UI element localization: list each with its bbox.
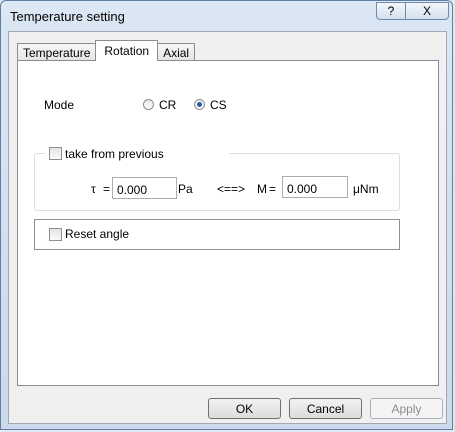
take-from-previous-group: take from previous τ = Pa <==> M = μNm xyxy=(34,146,400,211)
m-unit: μNm xyxy=(353,182,379,196)
take-from-previous-label[interactable]: take from previous xyxy=(65,147,164,161)
tau-equals: = xyxy=(103,182,111,196)
window-title: Temperature setting xyxy=(10,9,125,24)
tab-strip: Temperature Rotation Axial xyxy=(17,40,196,61)
tab-label: Temperature xyxy=(23,45,91,60)
radio-cs-label[interactable]: CS xyxy=(210,98,227,112)
m-equals: = xyxy=(269,182,277,196)
reset-angle-label[interactable]: Reset angle xyxy=(65,227,129,241)
cancel-button[interactable]: Cancel xyxy=(289,398,362,419)
reset-angle-box: Reset angle xyxy=(34,219,400,250)
group-legend: take from previous xyxy=(45,146,229,162)
dialog-window: Temperature setting ? X Temperature Rota… xyxy=(0,0,453,430)
radio-cr[interactable] xyxy=(143,99,154,110)
tau-unit: Pa xyxy=(178,182,193,196)
tab-label: Rotation xyxy=(104,44,150,58)
apply-button[interactable]: Apply xyxy=(370,398,443,419)
mode-label: Mode xyxy=(44,98,75,112)
tau-symbol: τ xyxy=(91,182,96,196)
title-bar: Temperature setting ? X xyxy=(1,1,452,31)
tab-axial[interactable]: Axial xyxy=(157,43,196,61)
tau-input[interactable] xyxy=(112,177,177,199)
radio-cs[interactable] xyxy=(194,99,205,110)
m-symbol: M xyxy=(257,182,267,196)
tab-rotation[interactable]: Rotation xyxy=(95,40,159,61)
ok-button[interactable]: OK xyxy=(208,398,281,419)
help-button[interactable]: ? xyxy=(376,2,406,20)
reset-angle-checkbox[interactable] xyxy=(49,228,62,241)
tab-label: Axial xyxy=(163,45,190,60)
tab-temperature[interactable]: Temperature xyxy=(17,43,97,61)
take-from-previous-checkbox[interactable] xyxy=(49,147,62,160)
conversion-arrow: <==> xyxy=(217,182,246,196)
radio-cr-label[interactable]: CR xyxy=(159,98,176,112)
close-icon: X xyxy=(422,4,431,18)
dialog-client-area: Temperature Rotation Axial Mode CR CS ta… xyxy=(8,31,447,424)
close-button[interactable]: X xyxy=(405,2,449,20)
help-icon: ? xyxy=(387,4,395,18)
m-input[interactable] xyxy=(282,176,348,198)
rotation-panel: Mode CR CS take from previous τ = Pa <==… xyxy=(17,60,439,386)
